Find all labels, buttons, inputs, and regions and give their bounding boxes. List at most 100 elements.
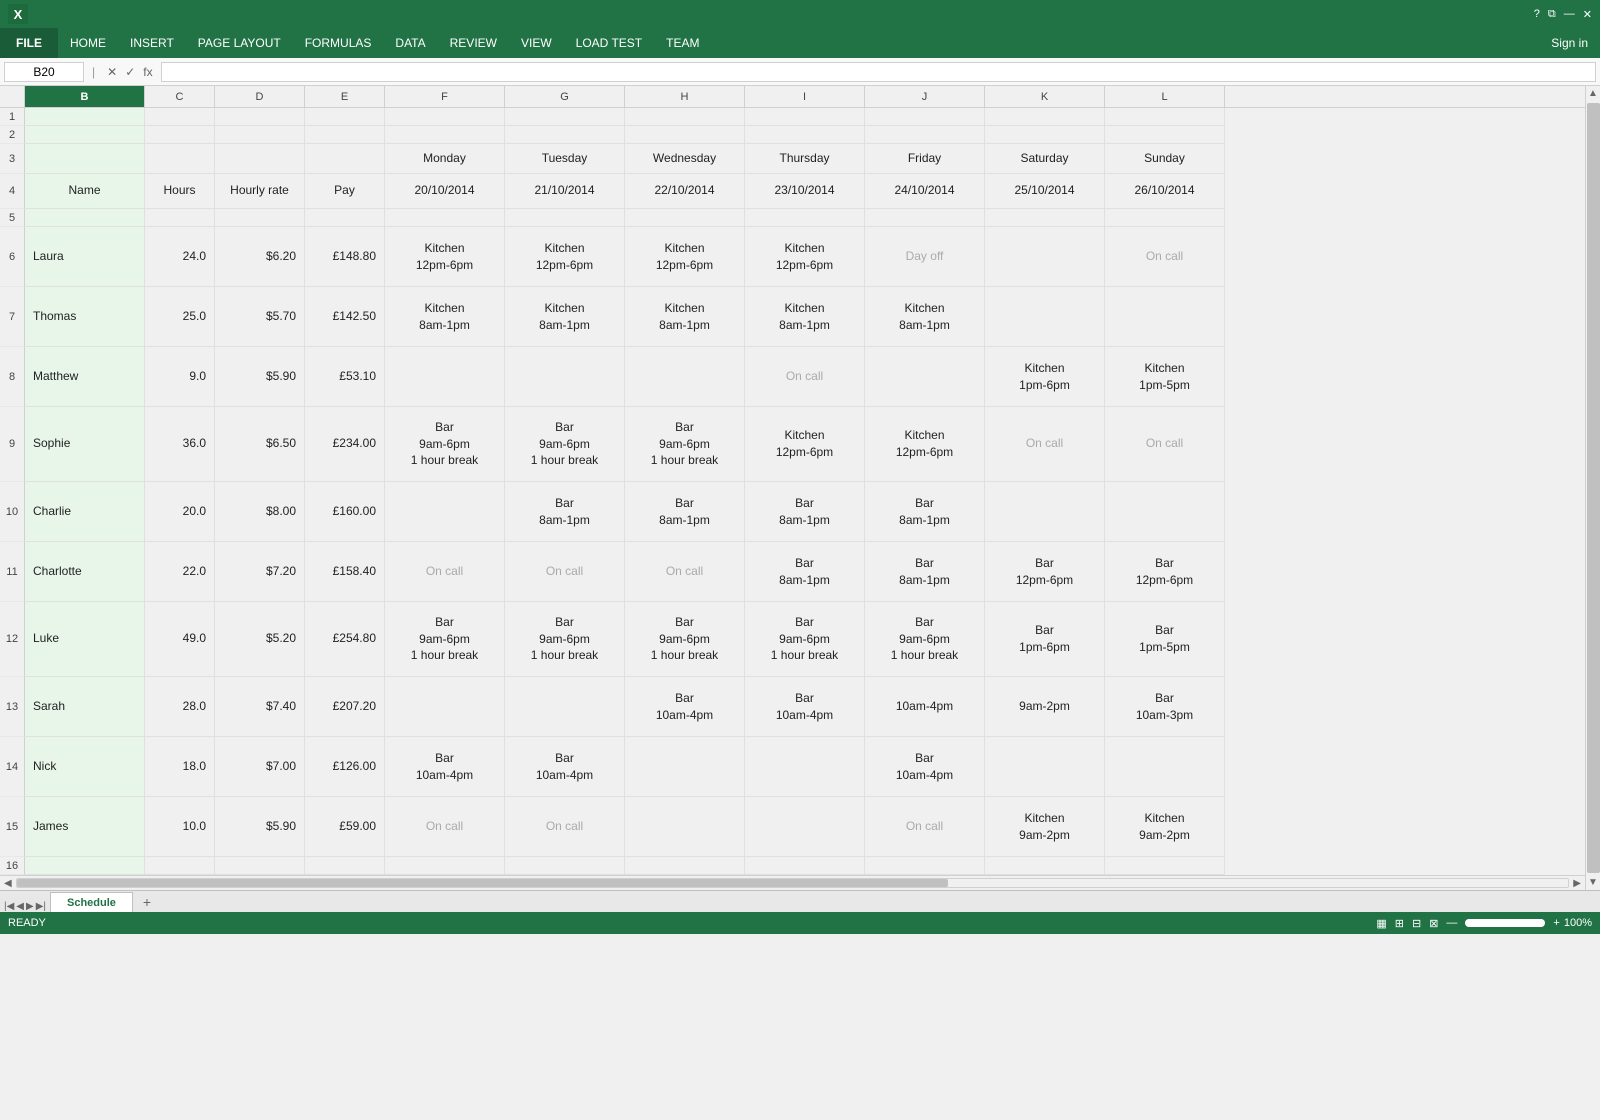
cell-d3[interactable] — [215, 144, 305, 174]
cell-e16[interactable] — [305, 857, 385, 875]
cell-wed-james[interactable] — [625, 797, 745, 857]
menu-page-layout[interactable]: PAGE LAYOUT — [186, 28, 293, 58]
cell-rate-james[interactable]: $5.90 — [215, 797, 305, 857]
cell-e4-pay[interactable]: Pay — [305, 174, 385, 209]
cell-g4-date[interactable]: 21/10/2014 — [505, 174, 625, 209]
page-break-icon[interactable]: ⊠ — [1429, 917, 1438, 930]
cell-pay-laura[interactable]: £148.80 — [305, 227, 385, 287]
tab-prev-icon[interactable]: ◀ — [16, 901, 24, 912]
page-view-icon[interactable]: ⊟ — [1412, 917, 1421, 930]
cell-hours-matthew[interactable]: 9.0 — [145, 347, 215, 407]
cell-d16[interactable] — [215, 857, 305, 875]
col-header-b[interactable]: B — [25, 86, 145, 107]
cell-name-matthew[interactable]: Matthew — [25, 347, 145, 407]
cell-rate-laura[interactable]: $6.20 — [215, 227, 305, 287]
scroll-up-icon[interactable]: ▲ — [1588, 86, 1598, 101]
cell-sat-james[interactable]: Kitchen 9am-2pm — [985, 797, 1105, 857]
cell-j5[interactable] — [865, 209, 985, 227]
cell-tue-nick[interactable]: Bar 10am-4pm — [505, 737, 625, 797]
cell-hours-charlotte[interactable]: 22.0 — [145, 542, 215, 602]
horizontal-scrollbar[interactable]: ◀ ▶ — [0, 875, 1585, 890]
cell-tue-thomas[interactable]: Kitchen 8am-1pm — [505, 287, 625, 347]
cell-name-sophie[interactable]: Sophie — [25, 407, 145, 482]
cell-tue-charlie[interactable]: Bar 8am-1pm — [505, 482, 625, 542]
cell-b5[interactable] — [25, 209, 145, 227]
cell-hours-luke[interactable]: 49.0 — [145, 602, 215, 677]
cell-h2[interactable] — [625, 126, 745, 144]
cell-h5[interactable] — [625, 209, 745, 227]
cell-j16[interactable] — [865, 857, 985, 875]
cell-k5[interactable] — [985, 209, 1105, 227]
cell-wed-sarah[interactable]: Bar 10am-4pm — [625, 677, 745, 737]
vertical-scrollbar[interactable]: ▲ ▼ — [1585, 86, 1600, 890]
cell-sat-charlotte[interactable]: Bar 12pm-6pm — [985, 542, 1105, 602]
fx-icon[interactable]: fx — [143, 65, 152, 79]
cell-fri-james[interactable]: On call — [865, 797, 985, 857]
col-header-c[interactable]: C — [145, 86, 215, 107]
cell-wed-luke[interactable]: Bar 9am-6pm 1 hour break — [625, 602, 745, 677]
cell-hours-james[interactable]: 10.0 — [145, 797, 215, 857]
cell-thu-charlie[interactable]: Bar 8am-1pm — [745, 482, 865, 542]
cancel-formula-icon[interactable]: ✕ — [107, 65, 117, 79]
cell-g3[interactable]: Tuesday — [505, 144, 625, 174]
cell-c4-hours[interactable]: Hours — [145, 174, 215, 209]
cell-mode-icon[interactable]: ▦ — [1376, 917, 1386, 930]
cell-tue-james[interactable]: On call — [505, 797, 625, 857]
cell-l3[interactable]: Sunday — [1105, 144, 1225, 174]
cell-fri-thomas[interactable]: Kitchen 8am-1pm — [865, 287, 985, 347]
cell-tue-sophie[interactable]: Bar 9am-6pm 1 hour break — [505, 407, 625, 482]
cell-g2[interactable] — [505, 126, 625, 144]
menu-review[interactable]: REVIEW — [438, 28, 509, 58]
close-button[interactable]: ✕ — [1583, 8, 1592, 21]
col-header-l[interactable]: L — [1105, 86, 1225, 107]
cell-d1[interactable] — [215, 108, 305, 126]
cell-e5[interactable] — [305, 209, 385, 227]
cell-l2[interactable] — [1105, 126, 1225, 144]
cell-thu-james[interactable] — [745, 797, 865, 857]
cell-sun-laura[interactable]: On call — [1105, 227, 1225, 287]
cell-thu-sophie[interactable]: Kitchen 12pm-6pm — [745, 407, 865, 482]
cell-name-nick[interactable]: Nick — [25, 737, 145, 797]
zoom-in-button[interactable]: + — [1553, 917, 1559, 929]
cell-fri-charlotte[interactable]: Bar 8am-1pm — [865, 542, 985, 602]
cell-sat-thomas[interactable] — [985, 287, 1105, 347]
col-header-h[interactable]: H — [625, 86, 745, 107]
help-button[interactable]: ? — [1534, 8, 1540, 20]
cell-e2[interactable] — [305, 126, 385, 144]
cell-i3[interactable]: Thursday — [745, 144, 865, 174]
cell-hours-sarah[interactable]: 28.0 — [145, 677, 215, 737]
cell-b1[interactable] — [25, 108, 145, 126]
cell-fri-matthew[interactable] — [865, 347, 985, 407]
cell-mon-luke[interactable]: Bar 9am-6pm 1 hour break — [385, 602, 505, 677]
cell-sun-sophie[interactable]: On call — [1105, 407, 1225, 482]
cell-name-james[interactable]: James — [25, 797, 145, 857]
cell-thu-laura[interactable]: Kitchen 12pm-6pm — [745, 227, 865, 287]
col-header-d[interactable]: D — [215, 86, 305, 107]
cell-k1[interactable] — [985, 108, 1105, 126]
cell-rate-charlotte[interactable]: $7.20 — [215, 542, 305, 602]
cell-c1[interactable] — [145, 108, 215, 126]
cell-rate-thomas[interactable]: $5.70 — [215, 287, 305, 347]
cell-name-sarah[interactable]: Sarah — [25, 677, 145, 737]
cell-sun-charlie[interactable] — [1105, 482, 1225, 542]
cell-hours-charlie[interactable]: 20.0 — [145, 482, 215, 542]
col-header-i[interactable]: I — [745, 86, 865, 107]
cell-name-charlotte[interactable]: Charlotte — [25, 542, 145, 602]
cell-fri-sarah[interactable]: 10am-4pm — [865, 677, 985, 737]
cell-k3[interactable]: Saturday — [985, 144, 1105, 174]
cell-sat-charlie[interactable] — [985, 482, 1105, 542]
cell-pay-matthew[interactable]: £53.10 — [305, 347, 385, 407]
cell-sun-luke[interactable]: Bar 1pm-5pm — [1105, 602, 1225, 677]
cell-tue-luke[interactable]: Bar 9am-6pm 1 hour break — [505, 602, 625, 677]
col-header-k[interactable]: K — [985, 86, 1105, 107]
cell-sat-matthew[interactable]: Kitchen 1pm-6pm — [985, 347, 1105, 407]
sheet-tab-schedule[interactable]: Schedule — [50, 892, 133, 912]
cell-f1[interactable] — [385, 108, 505, 126]
cell-k16[interactable] — [985, 857, 1105, 875]
cell-pay-luke[interactable]: £254.80 — [305, 602, 385, 677]
cell-c16[interactable] — [145, 857, 215, 875]
cell-g5[interactable] — [505, 209, 625, 227]
cell-thu-sarah[interactable]: Bar 10am-4pm — [745, 677, 865, 737]
cell-rate-sarah[interactable]: $7.40 — [215, 677, 305, 737]
zoom-out-button[interactable]: — — [1446, 917, 1457, 929]
